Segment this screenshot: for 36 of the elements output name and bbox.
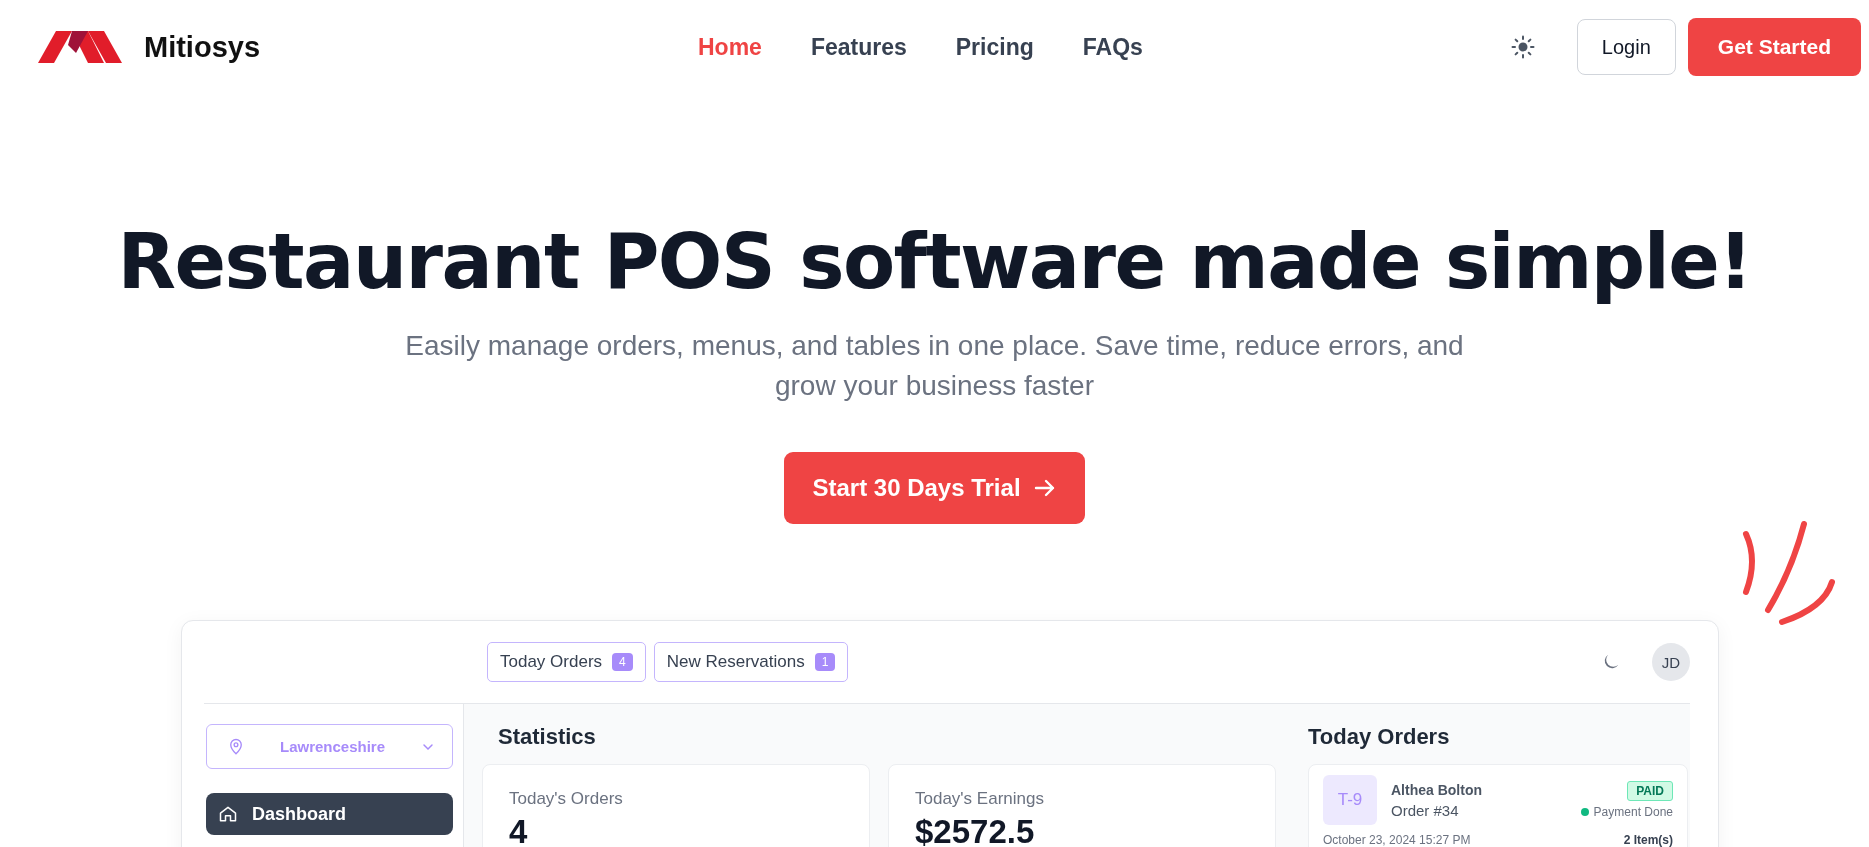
count-badge: 4 [612, 653, 633, 671]
order-date: October 23, 2024 15:27 PM [1323, 833, 1471, 847]
customer-name: Althea Bolton [1391, 781, 1483, 798]
hero-subtitle: Easily manage orders, menus, and tables in one place. Save time, reduce errors, and grow your business faster [404, 329, 1465, 403]
hero-title: Restaurant POS software made simple! [117, 220, 1752, 304]
sidebar-item[interactable]: Dashboard [206, 793, 453, 835]
stat-label: Today's Orders [509, 789, 624, 809]
table-tag: T-9 [1323, 775, 1377, 825]
nav-link[interactable]: Home [698, 33, 762, 61]
logo-icon[interactable] [38, 31, 122, 63]
nav-link[interactable]: Pricing [955, 33, 1034, 61]
section-title: Today Orders [1308, 723, 1451, 751]
nav-link[interactable]: Features [810, 33, 907, 61]
order-number: Order #34 [1391, 801, 1460, 819]
sun-icon[interactable] [1510, 35, 1535, 59]
brand-name: Mitiosys [144, 30, 261, 64]
tab-label: New Reservations [666, 652, 805, 672]
payment-status: Payment Done [1593, 805, 1673, 819]
location-name: Lawrenceshire [279, 738, 386, 755]
login-button[interactable]: Login [1576, 19, 1676, 75]
home-icon [218, 804, 238, 824]
count-badge: 1 [814, 653, 836, 671]
trial-button[interactable]: Start 30 Days Trial [784, 452, 1085, 524]
nav-link[interactable]: FAQs [1082, 33, 1143, 61]
item-count: 2 Item(s) [1623, 833, 1673, 847]
avatar[interactable]: JD [1652, 643, 1690, 681]
stat-value: 4 [509, 813, 529, 847]
paid-badge: PAID [1627, 781, 1673, 801]
section-title: Statistics [497, 723, 597, 751]
tab-label: Today Orders [500, 652, 603, 672]
stat-label: Today's Earnings [915, 789, 1045, 809]
location-pin-icon [227, 737, 245, 756]
tab-button[interactable]: New Reservations 1 [653, 642, 849, 682]
stat-value: $2572.5 [915, 813, 1036, 847]
tab-button[interactable]: Today Orders 4 [487, 642, 646, 682]
get-started-button[interactable]: Get Started [1687, 18, 1861, 76]
